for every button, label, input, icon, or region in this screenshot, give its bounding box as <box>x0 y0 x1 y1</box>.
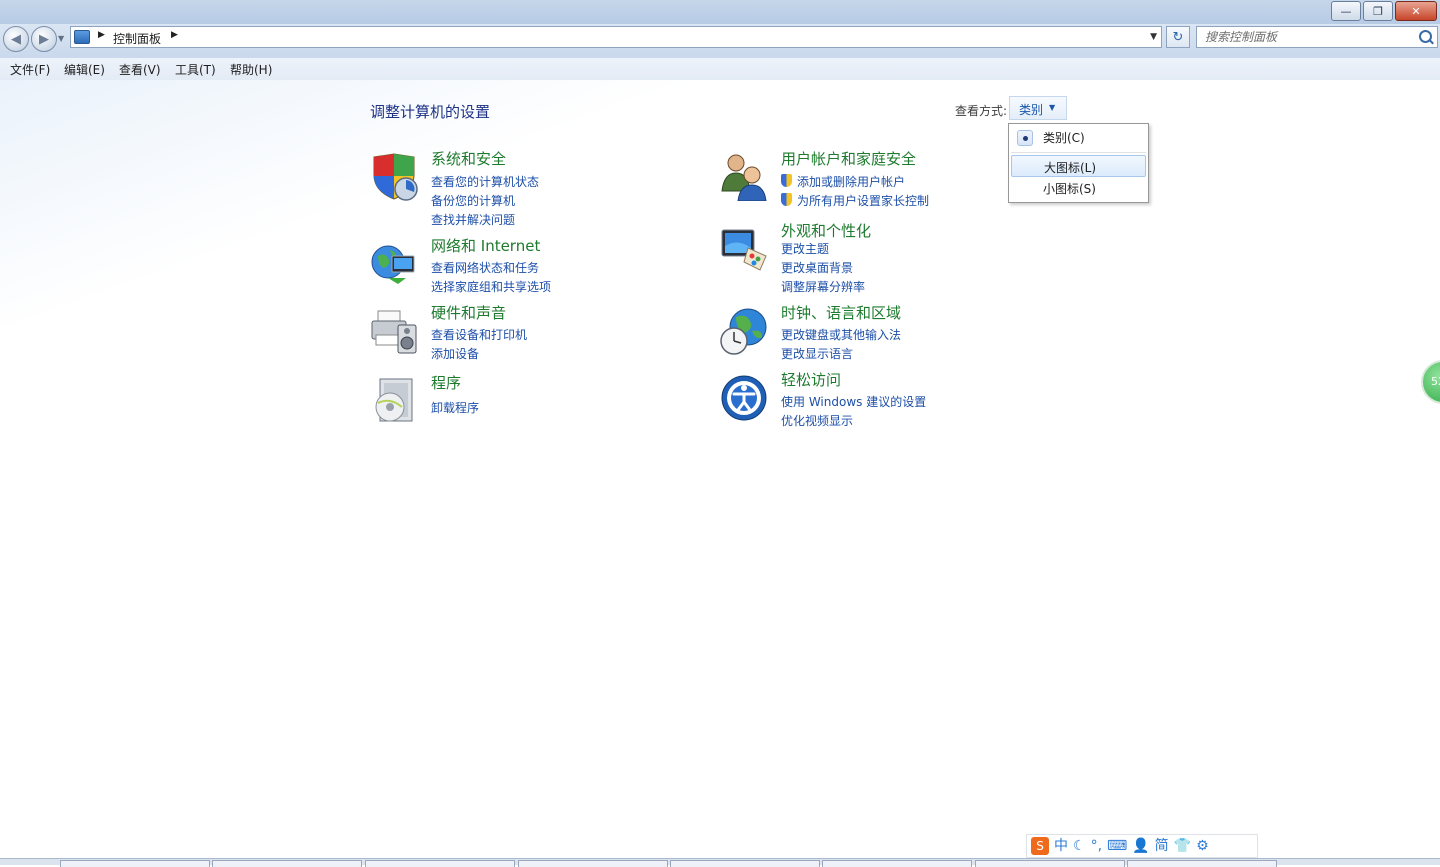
option-label: 小图标(S) <box>1043 182 1096 196</box>
ease-of-access-icon <box>721 375 767 421</box>
shield-icon <box>373 153 418 201</box>
refresh-icon: ↻ <box>1172 29 1184 45</box>
menu-edit[interactable]: 编辑(E) <box>64 61 105 78</box>
uac-shield-icon <box>781 174 792 187</box>
option-label: 类别(C) <box>1043 131 1085 145</box>
navigation-bar: ◀ ▶ ▼ ▶ 控制面板 ▶ ▼ ↻ <box>0 24 1440 58</box>
link-devices-printers[interactable]: 查看设备和打印机 <box>431 326 527 343</box>
gear-icon[interactable]: ⚙ <box>1196 839 1209 853</box>
link-view-computer-status[interactable]: 查看您的计算机状态 <box>431 173 539 190</box>
link-adjust-resolution[interactable]: 调整屏幕分辨率 <box>781 278 865 295</box>
refresh-button[interactable]: ↻ <box>1166 26 1190 48</box>
minimize-button[interactable]: — <box>1331 1 1361 21</box>
close-button[interactable]: ✕ <box>1395 1 1437 21</box>
control-panel-icon <box>74 30 90 44</box>
category-title[interactable]: 程序 <box>431 372 461 393</box>
menu-bar: 文件(F) 编辑(E) 查看(V) 工具(T) 帮助(H) <box>0 58 1440 81</box>
radio-selected-icon <box>1017 130 1033 146</box>
link-backup-computer[interactable]: 备份您的计算机 <box>431 192 515 209</box>
category-title[interactable]: 系统和安全 <box>431 148 506 169</box>
keyboard-icon[interactable]: ⌨ <box>1107 839 1127 853</box>
breadcrumb-control-panel[interactable]: 控制面板 <box>113 30 161 47</box>
punctuation-icon[interactable]: °, <box>1091 839 1102 853</box>
link-network-status[interactable]: 查看网络状态和任务 <box>431 259 539 276</box>
menu-divider <box>1011 152 1146 153</box>
category-title[interactable]: 硬件和声音 <box>431 302 506 323</box>
forward-button[interactable]: ▶ <box>31 26 57 52</box>
category-title[interactable]: 时钟、语言和区域 <box>781 302 901 323</box>
view-by-label: 查看方式: <box>955 104 1008 118</box>
sogou-logo-icon[interactable]: S <box>1031 837 1049 855</box>
users-icon <box>721 154 767 201</box>
monitor-palette-icon <box>721 229 767 271</box>
option-label: 大图标(L) <box>1044 161 1097 175</box>
category-title[interactable]: 用户帐户和家庭安全 <box>781 148 916 169</box>
back-button[interactable]: ◀ <box>3 26 29 52</box>
category-title[interactable]: 网络和 Internet <box>431 235 540 256</box>
menu-option-small-icons[interactable]: 小图标(S) <box>1011 177 1146 199</box>
programs-disc-icon <box>375 378 413 422</box>
simplified-chinese-toggle[interactable]: 简 <box>1155 839 1169 853</box>
menu-file[interactable]: 文件(F) <box>10 61 50 78</box>
recent-pages-dropdown[interactable]: ▼ <box>58 34 64 43</box>
restore-button[interactable]: ❐ <box>1363 1 1393 21</box>
link-homegroup-sharing[interactable]: 选择家庭组和共享选项 <box>431 278 551 295</box>
network-globe-icon <box>371 245 415 284</box>
link-windows-recommended-settings[interactable]: 使用 Windows 建议的设置 <box>781 393 926 410</box>
chevron-down-icon: ▼ <box>1049 103 1056 112</box>
ime-mode-toggle[interactable]: 中 <box>1054 839 1068 853</box>
skin-icon[interactable]: 👕 <box>1174 839 1191 853</box>
page-title: 调整计算机的设置 <box>370 103 491 121</box>
user-icon[interactable]: 👤 <box>1132 839 1149 853</box>
main-content: 调整计算机的设置 查看方式: 类别 ▼ 系统和安全 查看您的计算机状态 备份您的… <box>0 80 1440 832</box>
window-controls: — ❐ ✕ <box>1331 1 1437 21</box>
view-by-menu: 类别(C) 大图标(L) 小图标(S) <box>1008 123 1149 203</box>
link-change-display-language[interactable]: 更改显示语言 <box>781 345 853 362</box>
search-input[interactable] <box>1203 29 1413 45</box>
link-add-device[interactable]: 添加设备 <box>431 345 479 362</box>
search-icon[interactable] <box>1419 30 1432 43</box>
ime-toolbar: S 中 ☾ °, ⌨ 👤 简 👕 ⚙ <box>1026 834 1258 858</box>
address-dropdown-icon[interactable]: ▼ <box>1150 32 1157 42</box>
menu-help[interactable]: 帮助(H) <box>230 61 272 78</box>
link-parental-controls[interactable]: 为所有用户设置家长控制 <box>797 192 929 209</box>
view-by-value: 类别 <box>1019 103 1044 117</box>
address-bar[interactable]: ▶ 控制面板 ▶ ▼ <box>70 26 1162 48</box>
menu-option-large-icons[interactable]: 大图标(L) <box>1011 155 1146 177</box>
link-change-theme[interactable]: 更改主题 <box>781 240 829 257</box>
breadcrumb-separator[interactable]: ▶ <box>98 30 105 40</box>
view-by-dropdown[interactable]: 类别 ▼ <box>1009 96 1067 120</box>
search-box[interactable] <box>1196 26 1438 48</box>
menu-tools[interactable]: 工具(T) <box>175 61 216 78</box>
category-title[interactable]: 外观和个性化 <box>781 220 871 241</box>
uac-shield-icon <box>781 193 792 206</box>
link-add-remove-accounts[interactable]: 添加或删除用户帐户 <box>797 173 905 190</box>
breadcrumb-separator[interactable]: ▶ <box>171 30 178 40</box>
moon-icon[interactable]: ☾ <box>1073 839 1086 853</box>
category-title[interactable]: 轻松访问 <box>781 369 841 390</box>
link-change-desktop-background[interactable]: 更改桌面背景 <box>781 259 853 276</box>
menu-view[interactable]: 查看(V) <box>119 61 161 78</box>
link-find-fix-problems[interactable]: 查找并解决问题 <box>431 211 515 228</box>
printer-speaker-icon <box>371 310 417 354</box>
globe-clock-icon <box>720 308 767 355</box>
link-change-keyboard-input[interactable]: 更改键盘或其他输入法 <box>781 326 901 343</box>
menu-option-category[interactable]: 类别(C) <box>1011 126 1146 148</box>
link-optimize-video-display[interactable]: 优化视频显示 <box>781 412 853 429</box>
link-uninstall-program[interactable]: 卸载程序 <box>431 399 479 416</box>
title-bar: — ❐ ✕ <box>0 0 1440 24</box>
